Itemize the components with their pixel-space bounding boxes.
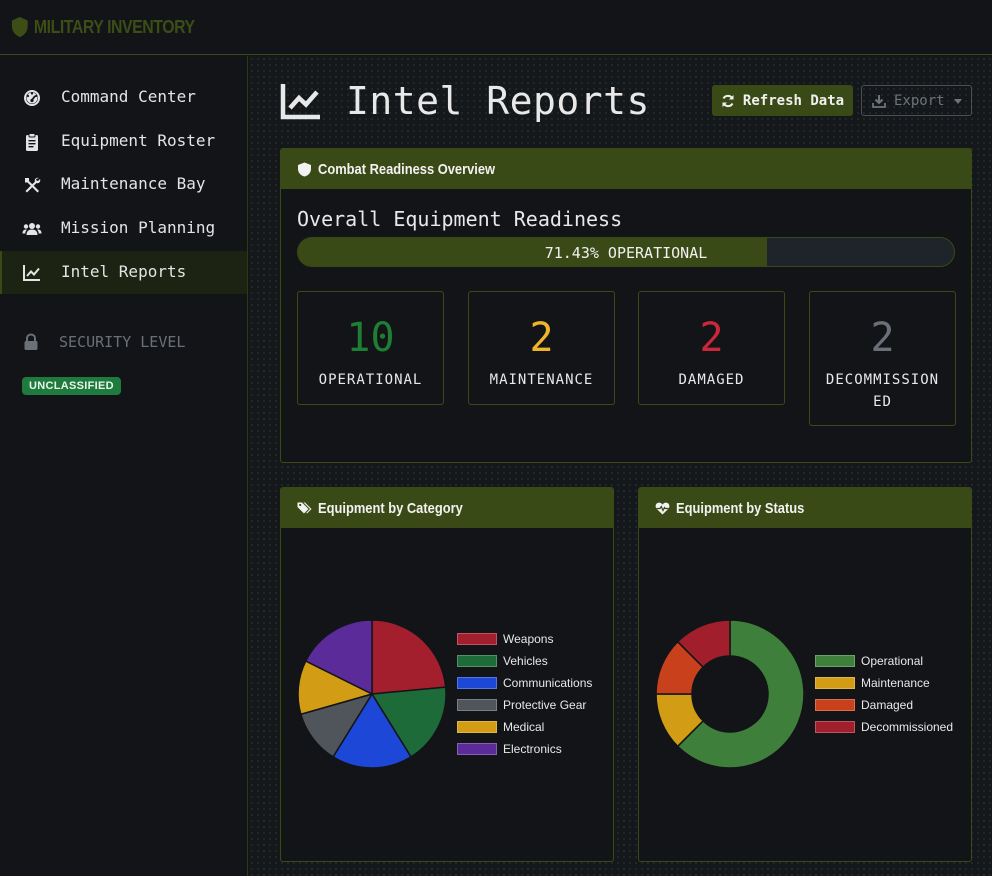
legend-label: Weapons <box>503 632 554 646</box>
brand[interactable]: MILITARY INVENTORY <box>11 15 195 39</box>
card-header: Equipment by Status <box>639 488 971 528</box>
legend-label: Damaged <box>861 698 914 712</box>
legend-swatch <box>815 655 855 667</box>
legend-swatch <box>457 655 497 667</box>
users-icon <box>22 223 42 235</box>
category-slice-weapons[interactable] <box>371 619 447 695</box>
refresh-icon <box>722 94 734 107</box>
page-title-text: Intel Reports <box>346 79 650 123</box>
progress-text: 71.43% OPERATIONAL <box>544 244 708 262</box>
stat-label: MAINTENANCE <box>489 372 594 388</box>
sidebar-item-label: Command Center <box>61 87 196 106</box>
legend-swatch <box>815 721 855 733</box>
equipment-by-status-card: Equipment by Status Operational Maintenan… <box>638 487 972 862</box>
sidebar-item-command-center[interactable]: Command Center <box>0 76 247 119</box>
legend-label: Protective Gear <box>503 698 587 712</box>
legend-item[interactable]: Electronics <box>457 742 562 756</box>
status-donut-chart <box>655 619 805 769</box>
shield-icon <box>11 17 28 37</box>
top-bar: MILITARY INVENTORY <box>0 0 992 55</box>
legend-label: Electronics <box>503 742 562 756</box>
export-label: Export <box>894 92 945 109</box>
security-badge: UNCLASSIFIED <box>22 377 121 395</box>
sidebar-item-label: Intel Reports <box>61 262 187 281</box>
tools-icon <box>25 177 41 193</box>
stat-label: DAMAGED <box>678 372 745 388</box>
combat-readiness-card: Combat Readiness Overview Overall Equipm… <box>280 148 972 463</box>
card-title: Equipment by Status <box>676 499 805 517</box>
stat-label: OPERATIONAL <box>318 372 423 388</box>
legend-label: Vehicles <box>503 654 548 668</box>
legend-item[interactable]: Maintenance <box>815 676 930 690</box>
legend-swatch <box>457 633 497 645</box>
legend-label: Maintenance <box>861 676 930 690</box>
readiness-progress-bar: 71.43% OPERATIONAL <box>297 237 955 267</box>
card-header: Equipment by Category <box>281 488 613 528</box>
stat-operational: 10 OPERATIONAL <box>297 291 444 405</box>
lock-icon <box>24 333 38 350</box>
legend-item[interactable]: Operational <box>815 654 923 668</box>
security-level: SECURITY LEVEL <box>22 331 185 353</box>
stat-value: 10 <box>346 315 395 361</box>
sidebar: Command Center Equipment Roster Maintena… <box>0 56 248 876</box>
legend-swatch <box>457 743 497 755</box>
card-title: Equipment by Category <box>318 499 463 517</box>
legend-item[interactable]: Vehicles <box>457 654 548 668</box>
readiness-heading: Overall Equipment Readiness <box>297 207 623 231</box>
legend-swatch <box>457 677 497 689</box>
sidebar-item-mission-planning[interactable]: Mission Planning <box>0 207 247 250</box>
stat-value: 2 <box>699 315 724 361</box>
legend-swatch <box>815 677 855 689</box>
tachometer-icon <box>24 90 40 106</box>
legend-item[interactable]: Decommissioned <box>815 720 953 734</box>
stat-decommissioned: 2 DECOMMISSIONED <box>809 291 956 426</box>
category-pie-chart <box>297 619 447 769</box>
export-dropdown-button[interactable]: Export <box>861 85 972 116</box>
refresh-data-button[interactable]: Refresh Data <box>712 85 853 116</box>
legend-label: Communications <box>503 676 593 690</box>
legend-swatch <box>457 721 497 733</box>
chevron-down-icon <box>954 99 962 104</box>
card-title: Combat Readiness Overview <box>318 160 496 178</box>
stat-label: DECOMMISSIONED <box>825 372 940 410</box>
legend-item[interactable]: Weapons <box>457 632 553 646</box>
download-icon <box>872 94 886 108</box>
legend-swatch <box>457 699 497 711</box>
legend-item[interactable]: Protective Gear <box>457 698 586 712</box>
security-level-label: SECURITY LEVEL <box>59 333 186 351</box>
legend-swatch <box>815 699 855 711</box>
card-header: Combat Readiness Overview <box>281 149 971 189</box>
legend-label: Operational <box>861 654 924 668</box>
legend-label: Decommissioned <box>861 720 954 734</box>
legend-item[interactable]: Communications <box>457 676 592 690</box>
refresh-data-label: Refresh Data <box>742 92 845 109</box>
equipment-by-category-card: Equipment by Category Weapons Vehicles Com… <box>280 487 614 862</box>
sidebar-item-label: Maintenance Bay <box>61 174 206 193</box>
clipboard-icon <box>26 133 38 151</box>
sidebar-item-maintenance-bay[interactable]: Maintenance Bay <box>0 163 247 206</box>
brand-name: MILITARY INVENTORY <box>33 16 195 37</box>
main-content: Intel Reports Refresh Data Export Combat… <box>249 56 992 876</box>
chart-line-icon <box>23 265 40 281</box>
sidebar-item-label: Mission Planning <box>61 218 216 237</box>
stat-maintenance: 2 MAINTENANCE <box>468 291 615 405</box>
shield-icon <box>298 162 311 176</box>
heartbeat-icon <box>655 502 670 514</box>
tags-icon <box>297 502 312 513</box>
sidebar-item-label: Equipment Roster <box>61 131 216 150</box>
stat-damaged: 2 DAMAGED <box>638 291 785 405</box>
sidebar-item-intel-reports[interactable]: Intel Reports <box>0 251 247 294</box>
legend-label: Medical <box>503 720 545 734</box>
legend-item[interactable]: Medical <box>457 720 544 734</box>
page-title: Intel Reports <box>280 78 650 124</box>
stat-value: 2 <box>870 315 895 361</box>
legend-item[interactable]: Damaged <box>815 698 913 712</box>
sidebar-item-equipment-roster[interactable]: Equipment Roster <box>0 120 247 163</box>
stat-value: 2 <box>529 315 554 361</box>
chart-line-icon <box>280 84 320 120</box>
